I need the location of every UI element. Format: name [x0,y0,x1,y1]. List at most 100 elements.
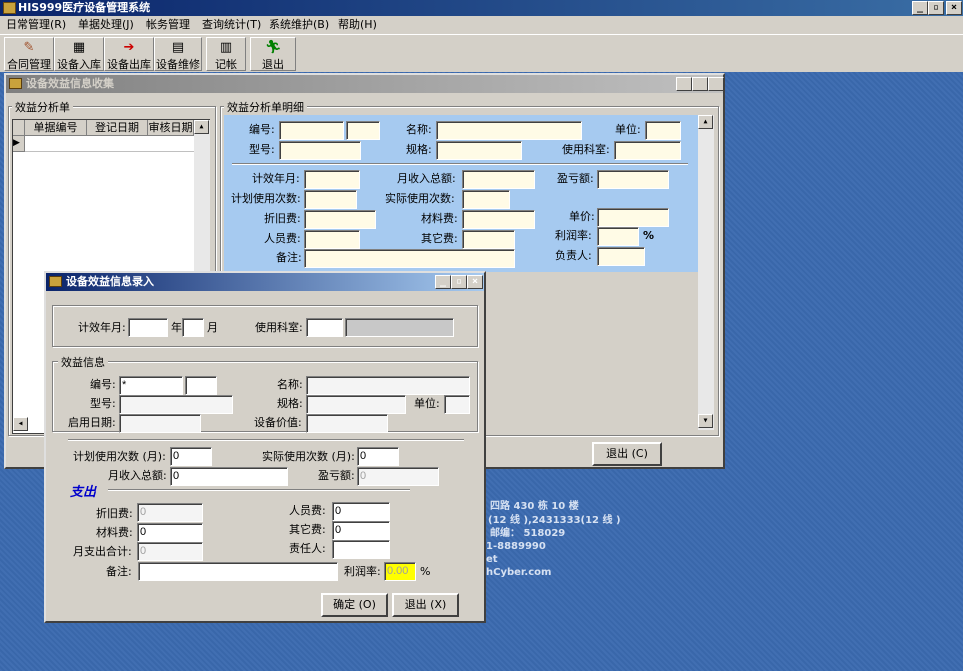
profit-label: 盈亏额: [557,172,594,185]
tool-stock-out[interactable]: ➔ 设备出库 [104,37,154,71]
separator [68,439,464,441]
rate-field[interactable] [597,227,639,246]
name-field[interactable] [306,376,470,395]
code-field[interactable] [279,121,344,140]
profit-field[interactable] [597,170,669,189]
month-label: 计效年月: [78,321,126,334]
ok-button[interactable]: 确定 (O) [321,593,388,617]
close-button[interactable]: × [467,275,483,289]
code-suffix-field[interactable] [346,121,380,140]
close-button[interactable]: × [946,1,962,15]
tool-exit[interactable]: 🏃︎ 退出 [250,37,296,71]
unit-label: 单位: [615,123,641,136]
month-field[interactable] [304,170,360,189]
desktop-text-line: 四路 430 栋 10 楼 [490,501,579,512]
desktop-text-line: et [486,554,498,565]
other-field[interactable]: 0 [332,521,390,540]
menu-accounts[interactable]: 帐务管理 [146,16,190,34]
close-button[interactable]: × [708,77,724,91]
plan-count-field[interactable] [304,190,357,209]
income-field[interactable] [462,170,535,189]
tool-stock-out-label: 设备出库 [107,58,151,71]
price-field[interactable] [597,208,669,227]
material-label: 材料费: [421,212,458,225]
depreciation-field[interactable]: 0 [137,503,203,522]
menu-help[interactable]: 帮助(H) [338,16,377,34]
column-header[interactable]: 登记日期 [87,120,148,136]
tool-stock-in[interactable]: ▦ 设备入库 [54,37,104,71]
maximize-button[interactable]: ▫ [692,77,708,91]
start-date-field[interactable] [119,414,201,433]
actual-count-field[interactable]: 0 [357,447,399,466]
remark-field[interactable] [138,562,338,581]
remark-field[interactable] [304,249,515,268]
code-field[interactable]: * [119,376,183,395]
total-field[interactable]: 0 [137,542,203,561]
maximize-button[interactable]: ▫ [451,275,467,289]
contract-icon: ✎ [23,40,35,55]
month-label: 计效年月: [252,172,300,185]
tool-contract[interactable]: ✎ 合同管理 [4,37,54,71]
tool-exit-label: 退出 [262,58,284,71]
value-label: 设备价值: [254,416,302,429]
menu-daily[interactable]: 日常管理(R) [6,16,66,34]
code-suffix-field[interactable] [185,376,217,395]
model-field[interactable] [279,141,361,160]
collect-window-titlebar: 设备效益信息收集 _ ▫ × [6,75,724,93]
spec-field[interactable] [436,141,522,160]
unit-field[interactable] [444,395,470,414]
minimize-button[interactable]: _ [676,77,692,91]
tool-bookkeeping[interactable]: ▥ 记帐 [206,37,246,71]
scroll-left-button[interactable]: ◂ [13,417,28,431]
actual-count-label: 实际使用次数: [385,192,455,205]
menu-bar: 日常管理(R) 单据处理(J) 帐务管理 查询统计(T) 系统维护(B) 帮助(… [0,16,963,34]
material-field[interactable]: 0 [137,523,203,542]
staff-field[interactable]: 0 [332,502,390,521]
depreciation-label: 折旧费: [264,212,301,225]
desktop-text-line: 邮编： 518029 [490,528,566,539]
owner-field[interactable] [597,247,645,266]
staff-field[interactable] [304,230,360,249]
menu-query[interactable]: 查询统计(T) [202,16,261,34]
column-header[interactable]: 单据编号 [25,120,87,136]
other-field[interactable] [462,230,515,249]
collect-exit-button[interactable]: 退出 (C) [592,442,662,466]
stock-out-icon: ➔ [123,40,135,55]
actual-count-field[interactable] [462,190,510,209]
income-field[interactable]: 0 [170,467,288,486]
exit-button[interactable]: 退出 (X) [392,593,459,617]
dept-code-field[interactable] [306,318,343,337]
year-field[interactable] [128,318,168,337]
material-field[interactable] [462,210,535,229]
rate-field[interactable]: 0.00 [384,562,416,581]
dept-field[interactable] [614,141,681,160]
detail-scrollbar[interactable]: ▴ ▾ [698,115,714,430]
restore-button[interactable]: ▫ [928,1,944,15]
menu-system[interactable]: 系统维护(B) [269,16,329,34]
owner-field[interactable] [332,540,390,559]
profit-field[interactable]: 0 [357,467,439,486]
minimize-button[interactable]: _ [435,275,451,289]
scroll-up-button[interactable]: ▴ [194,120,209,134]
model-field[interactable] [119,395,233,414]
unit-field[interactable] [645,121,681,140]
model-label: 型号: [249,143,275,156]
row-divider [25,151,195,152]
minimize-button[interactable]: _ [912,1,928,15]
column-header[interactable]: 审核日期 [148,120,194,136]
year-label: 年 [171,321,182,334]
menu-documents[interactable]: 单据处理(J) [78,16,134,34]
expense-heading: 支出 [70,485,97,500]
stock-in-icon: ▦ [72,40,86,55]
profit-label: 盈亏额: [318,469,355,482]
spec-field[interactable] [306,395,406,414]
income-label: 月收入总额: [397,172,456,185]
name-field[interactable] [436,121,582,140]
value-field[interactable] [306,414,388,433]
tool-repair[interactable]: ▤ 设备维修 [154,37,202,71]
depreciation-field[interactable] [304,210,376,229]
plan-count-field[interactable]: 0 [170,447,212,466]
scroll-up-button[interactable]: ▴ [698,115,713,129]
scroll-down-button[interactable]: ▾ [698,414,713,428]
month-field[interactable] [182,318,204,337]
